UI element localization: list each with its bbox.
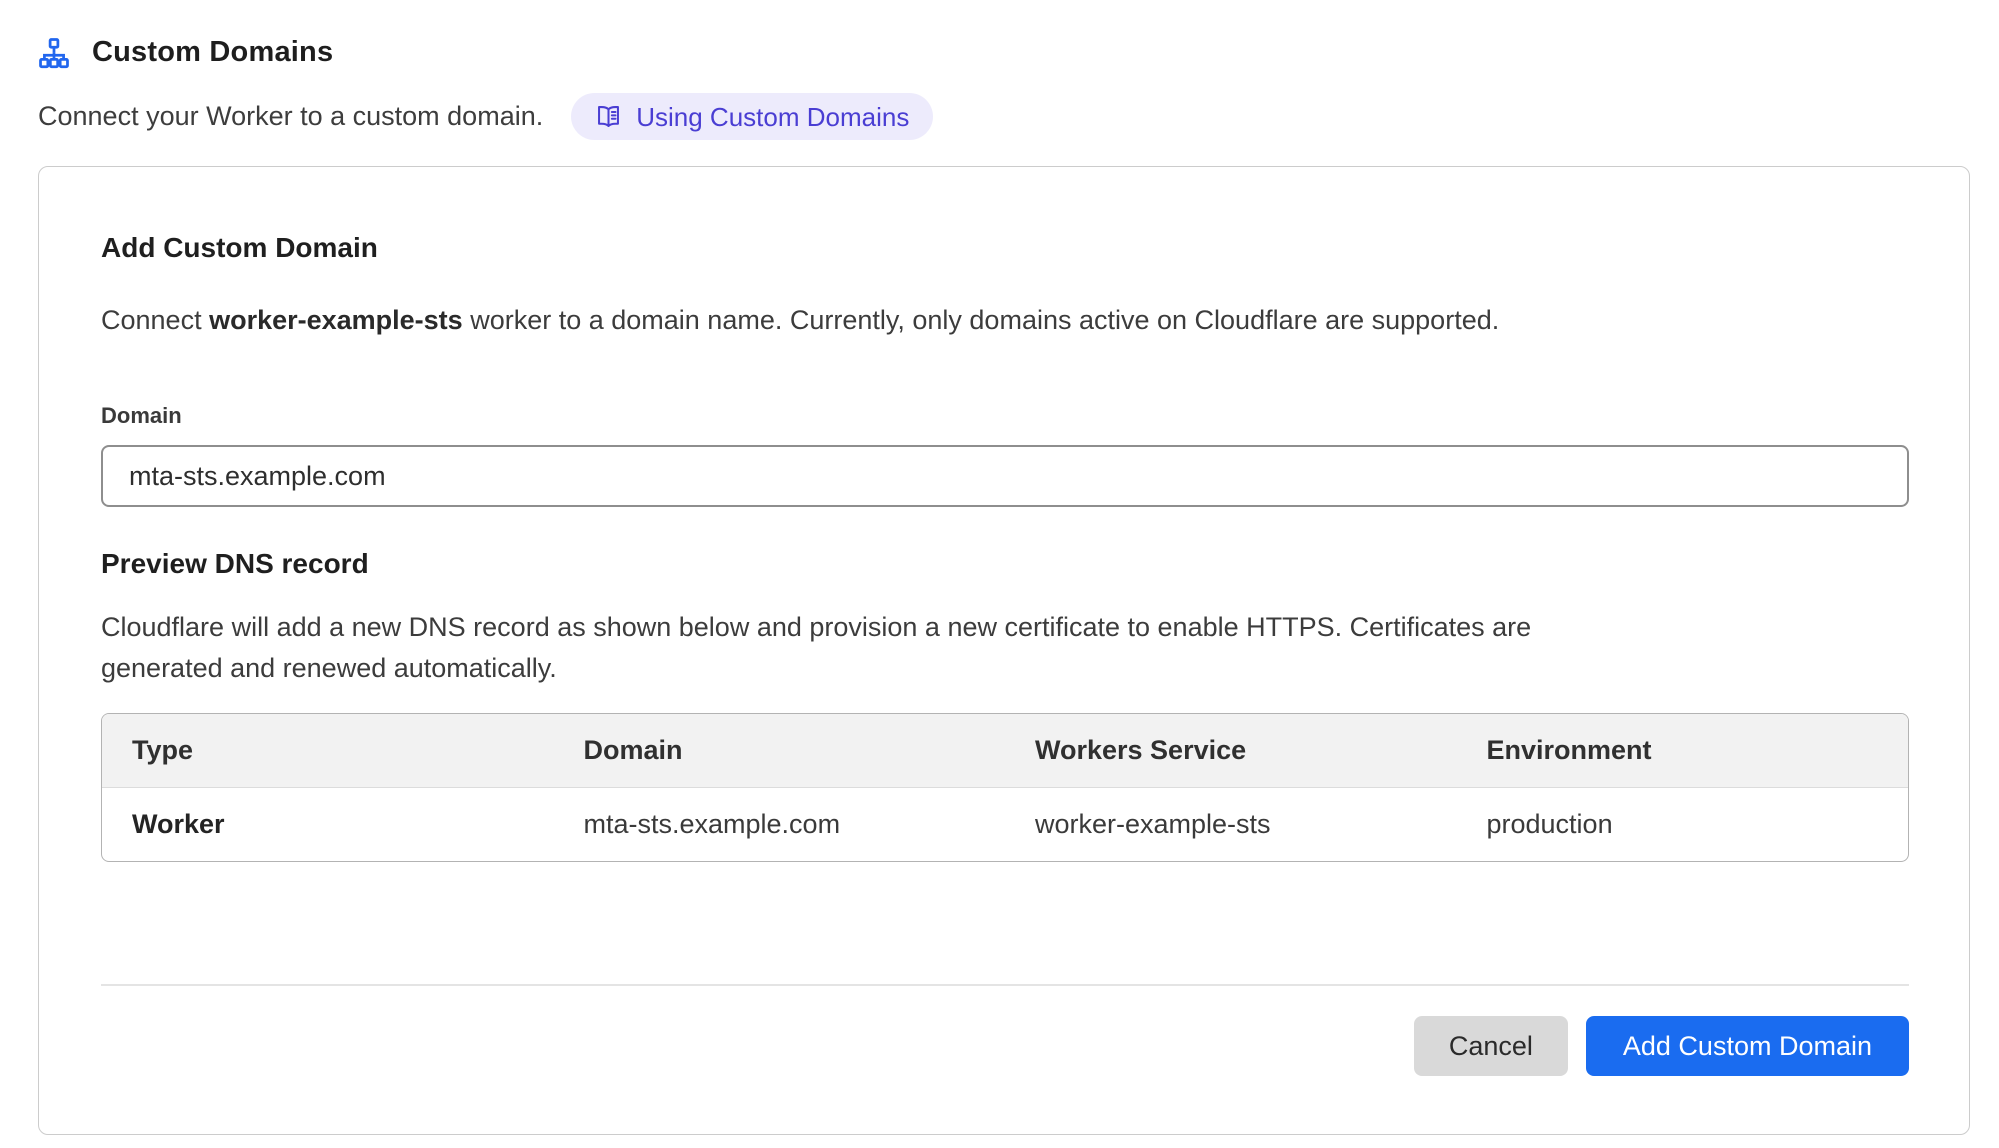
subtitle-row: Connect your Worker to a custom domain. … [38,93,1961,140]
column-header-domain: Domain [554,714,1006,787]
page-subtitle: Connect your Worker to a custom domain. [38,101,543,132]
worker-name: worker-example-sts [209,305,463,335]
docs-link-label: Using Custom Domains [636,104,909,130]
column-header-workers-service: Workers Service [1005,714,1457,787]
preview-dns-heading: Preview DNS record [101,547,1909,581]
open-book-icon [595,103,622,130]
dns-preview-table: Type Domain Workers Service Environment … [101,713,1909,862]
intro-prefix: Connect [101,305,209,335]
add-custom-domain-button[interactable]: Add Custom Domain [1586,1016,1909,1076]
cell-type: Worker [102,788,554,861]
preview-dns-description: Cloudflare will add a new DNS record as … [101,607,1571,689]
table-row: Worker mta-sts.example.com worker-exampl… [102,788,1908,861]
page-title: Custom Domains [92,36,333,69]
sitemap-icon [38,37,70,69]
footer-divider [101,984,1909,986]
cancel-button[interactable]: Cancel [1414,1016,1568,1076]
add-custom-domain-card: Add Custom Domain Connect worker-example… [38,166,1970,1135]
cell-domain: mta-sts.example.com [554,788,1006,861]
footer-actions: Cancel Add Custom Domain [101,1016,1909,1076]
cell-workers-service: worker-example-sts [1005,788,1457,861]
card-heading: Add Custom Domain [101,231,1909,265]
docs-link-badge[interactable]: Using Custom Domains [571,93,933,140]
intro-suffix: worker to a domain name. Currently, only… [463,305,1500,335]
domain-field-label: Domain [101,403,1909,429]
domain-input[interactable] [101,445,1909,507]
cell-environment: production [1457,788,1909,861]
column-header-type: Type [102,714,554,787]
card-intro-text: Connect worker-example-sts worker to a d… [101,303,1909,337]
title-row: Custom Domains [38,36,1961,69]
column-header-environment: Environment [1457,714,1909,787]
page-header: Custom Domains Connect your Worker to a … [0,0,1999,140]
table-header-row: Type Domain Workers Service Environment [102,714,1908,788]
